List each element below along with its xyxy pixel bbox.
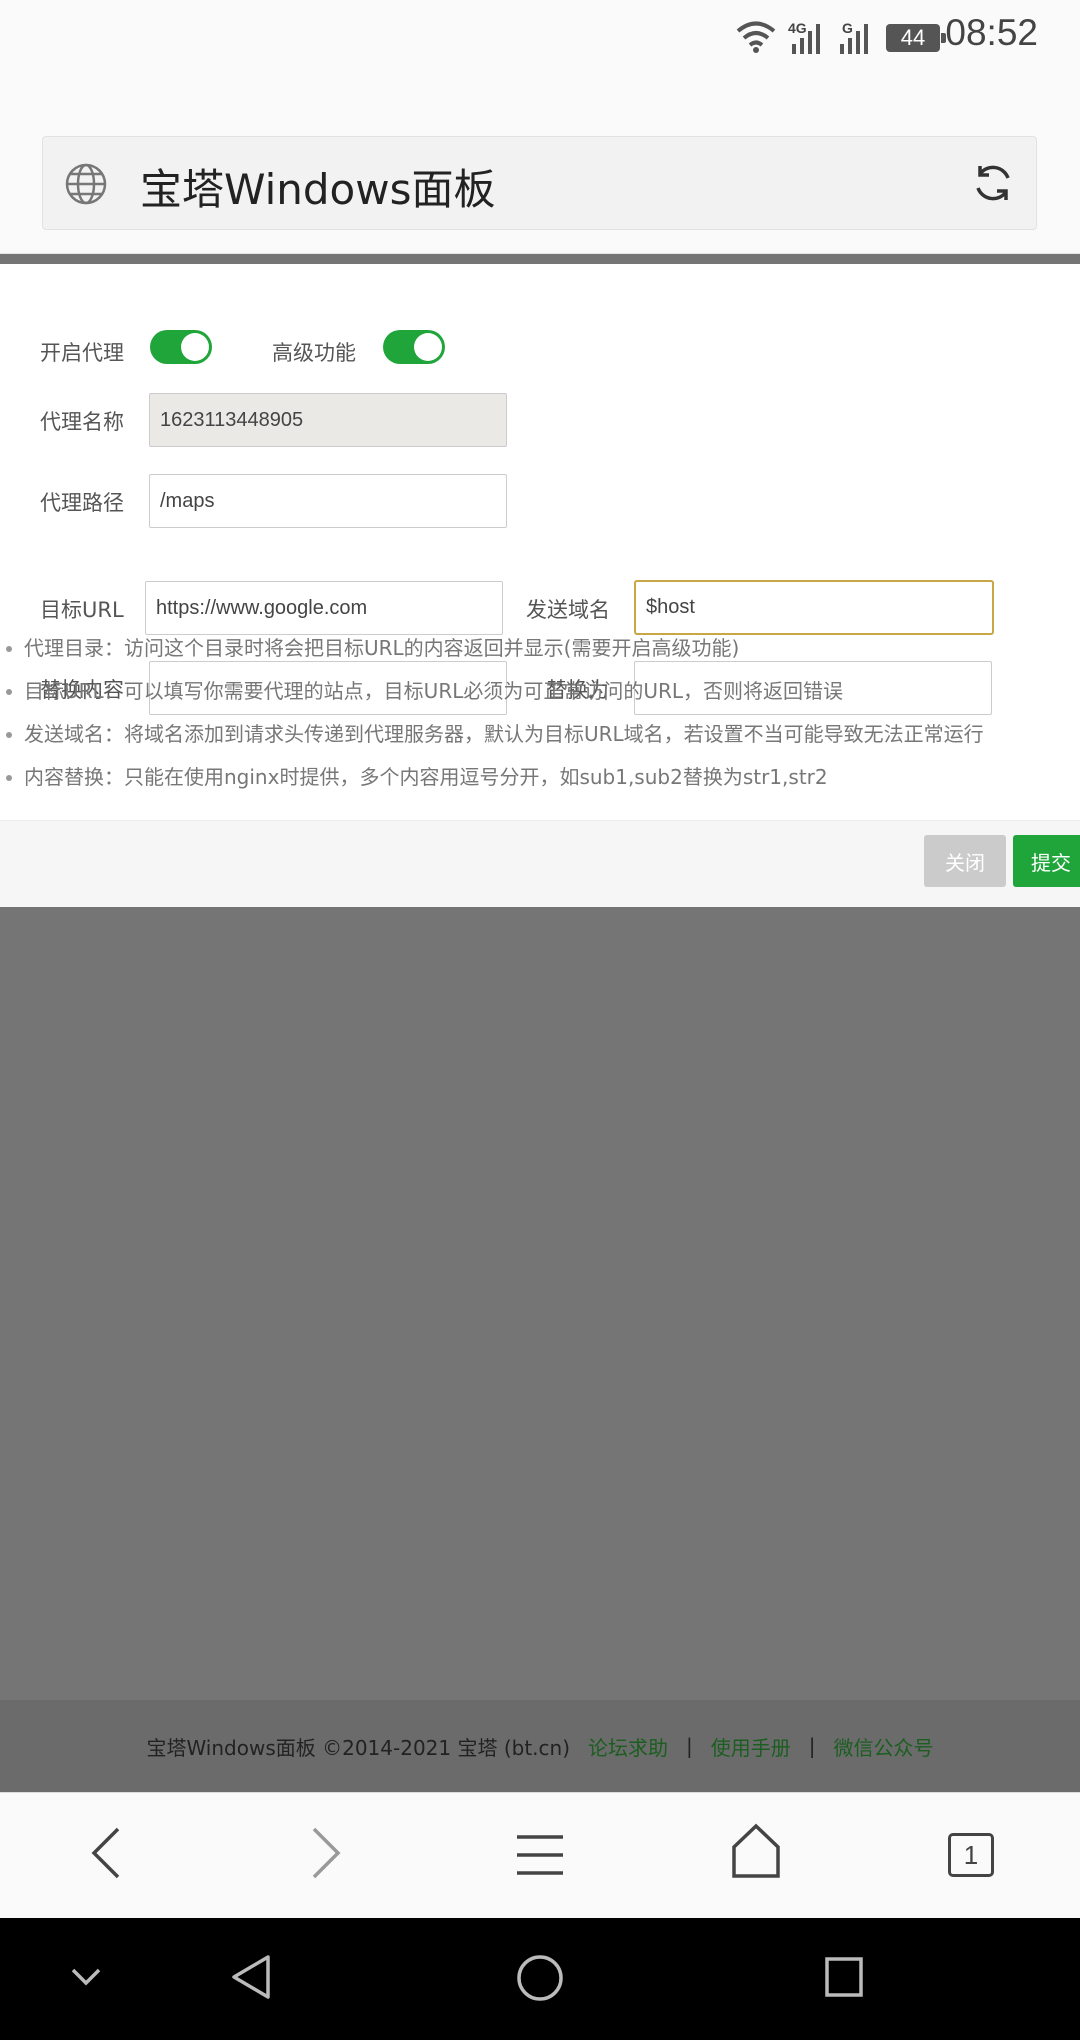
system-home-icon[interactable]	[516, 1954, 564, 2002]
send-domain-label: 发送域名	[526, 598, 610, 622]
target-url-label: 目标URL	[40, 598, 124, 622]
enable-proxy-label: 开启代理	[40, 341, 124, 365]
close-button[interactable]: 关闭	[924, 835, 1006, 887]
home-icon[interactable]	[730, 1823, 782, 1879]
wechat-link[interactable]: 微信公众号	[834, 1732, 934, 1761]
forum-link[interactable]: 论坛求助	[588, 1732, 668, 1761]
proxy-path-input[interactable]: /maps	[149, 474, 507, 528]
tip-item: 内容替换：只能在使用nginx时提供，多个内容用逗号分开，如sub1,sub2替…	[0, 761, 1080, 804]
copyright-text: 宝塔Windows面板 ©2014-2021 宝塔 (bt.cn)	[146, 1735, 571, 1760]
forward-icon[interactable]	[306, 1823, 346, 1883]
proxy-name-input[interactable]: 1623113448905	[149, 393, 507, 447]
browser-bottom-bar: 1	[0, 1792, 1080, 1919]
tip-item: 代理目录：访问这个目录时将会把目标URL的内容返回并显示(需要开启高级功能)	[0, 632, 1080, 675]
manual-link[interactable]: 使用手册	[711, 1732, 791, 1761]
dialog-footer	[0, 820, 1080, 907]
proxy-path-label: 代理路径	[40, 491, 124, 515]
enable-proxy-toggle[interactable]	[150, 330, 212, 364]
target-url-input[interactable]: https://www.google.com	[145, 581, 503, 635]
signal-icon	[792, 24, 820, 54]
status-time: 08:52	[945, 12, 1038, 53]
signal-icon-2	[840, 24, 868, 54]
globe-icon	[65, 163, 107, 205]
separator: |	[808, 1734, 816, 1758]
toggle-knob	[181, 333, 209, 361]
page-footer: 宝塔Windows面板 ©2014-2021 宝塔 (bt.cn) 论坛求助 |…	[0, 1700, 1080, 1792]
tip-item: 发送域名：将域名添加到请求头传递到代理服务器，默认为目标URL域名，若设置不当可…	[0, 718, 1080, 761]
send-domain-input[interactable]: $host	[634, 580, 994, 635]
toggle-knob	[414, 333, 442, 361]
system-back-icon[interactable]	[230, 1954, 272, 2000]
tab-count: 1	[963, 1839, 979, 1870]
status-bar: 4G G 44 08:52	[0, 0, 1080, 78]
page-title: 宝塔Windows面板	[140, 165, 496, 214]
menu-icon[interactable]	[515, 1833, 565, 1877]
submit-button[interactable]: 提交	[1013, 835, 1080, 887]
recents-icon[interactable]	[824, 1956, 864, 1998]
advanced-toggle[interactable]	[383, 330, 445, 364]
refresh-icon[interactable]	[970, 160, 1016, 206]
system-nav-bar	[0, 1918, 1080, 2040]
proxy-name-label: 代理名称	[40, 410, 124, 434]
back-icon[interactable]	[86, 1823, 126, 1883]
wifi-icon	[736, 21, 776, 53]
collapse-icon[interactable]	[70, 1966, 102, 1988]
advanced-label: 高级功能	[272, 341, 356, 365]
tabs-icon[interactable]: 1	[948, 1833, 994, 1877]
help-tips: 代理目录：访问这个目录时将会把目标URL的内容返回并显示(需要开启高级功能) 目…	[0, 632, 1080, 804]
separator: |	[686, 1734, 693, 1758]
battery-icon: 44	[886, 24, 946, 52]
tip-item: 目标URL：可以填写你需要代理的站点，目标URL必须为可正常访问的URL，否则将…	[0, 675, 1080, 718]
